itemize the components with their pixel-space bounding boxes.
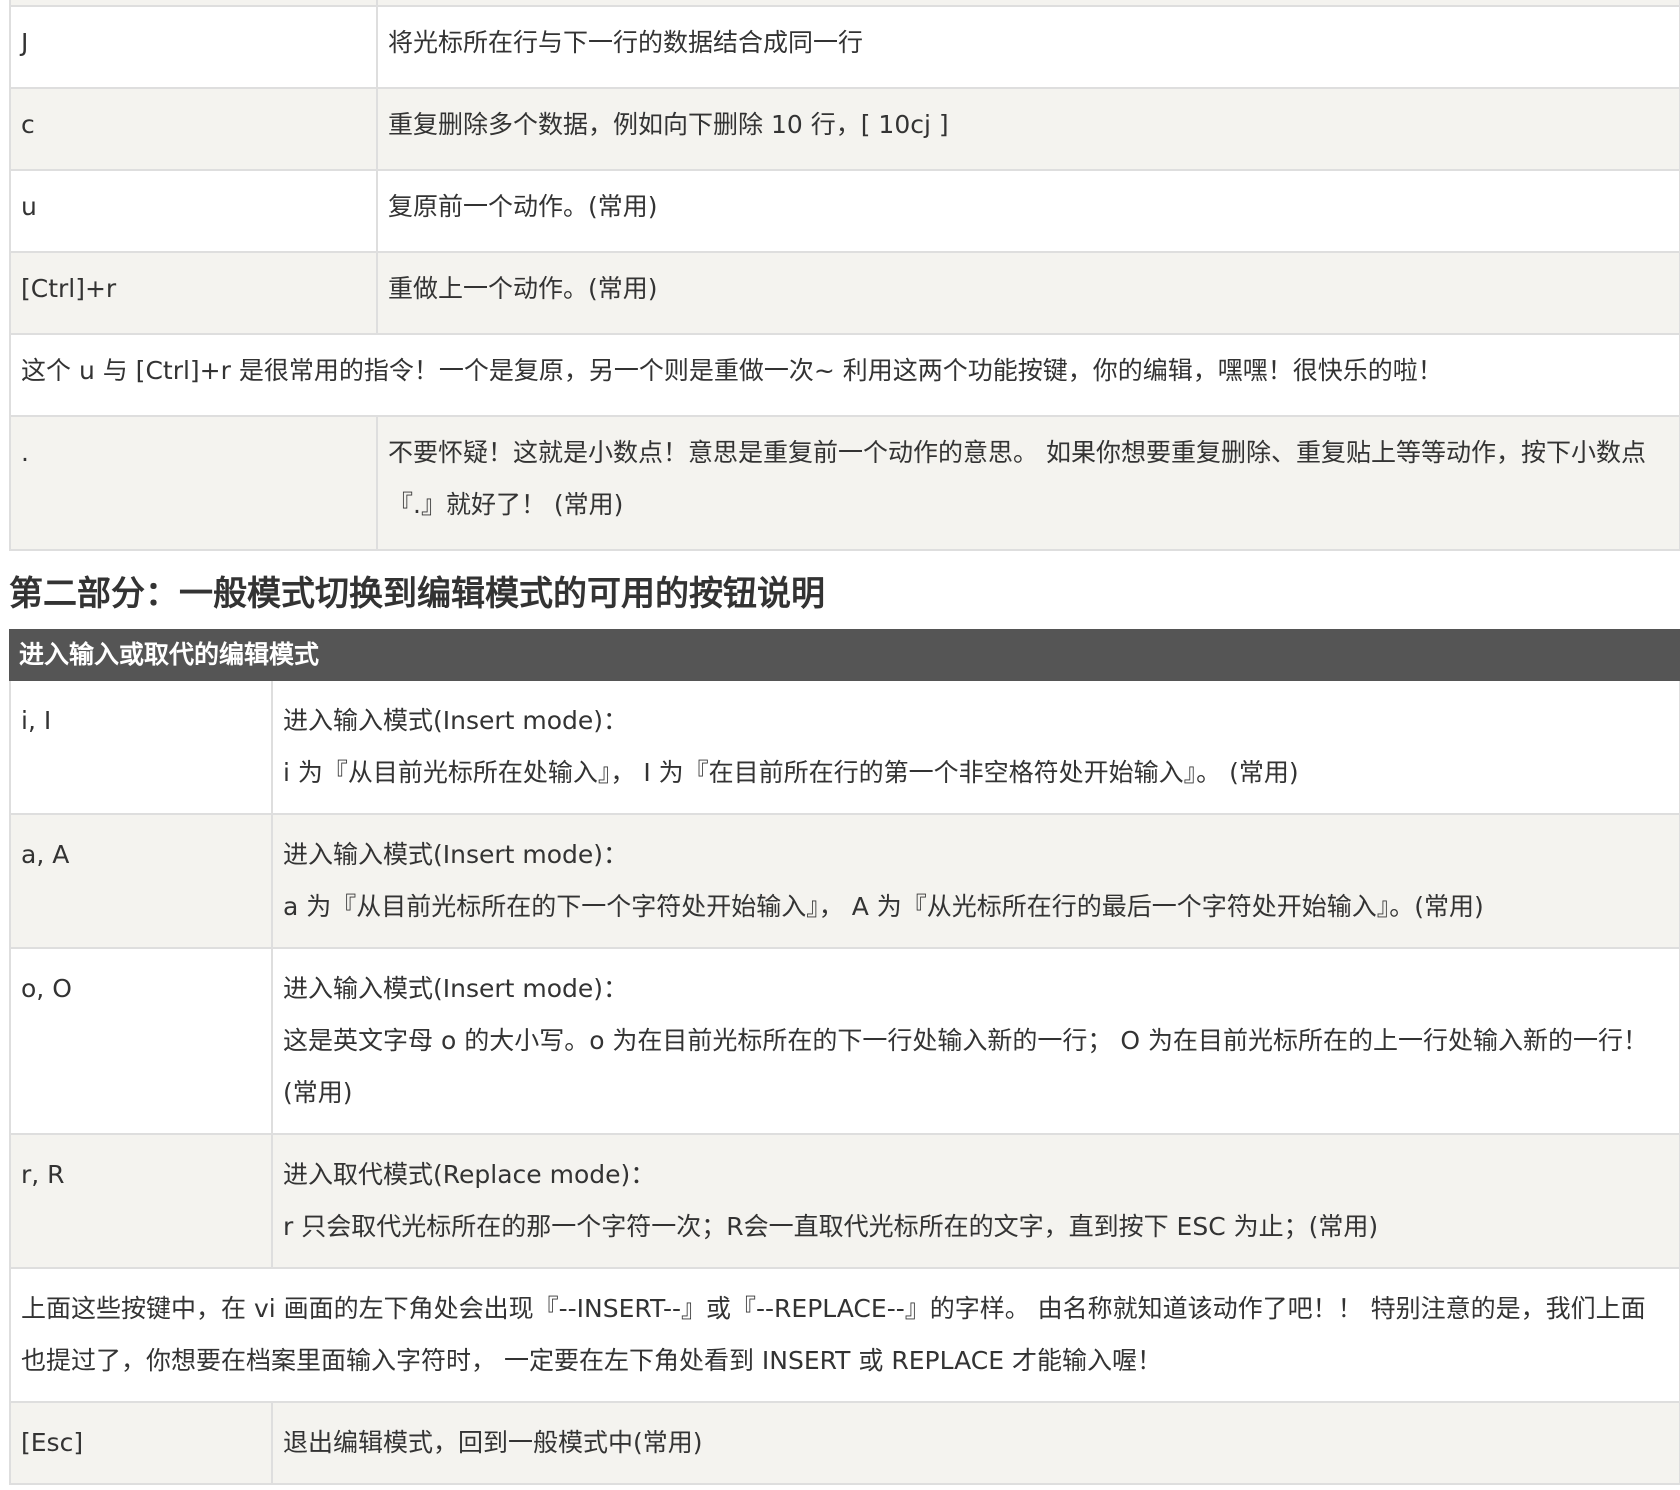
page: J 将光标所在行与下一行的数据结合成同一行 c 重复删除多个数据，例如向下删除 … — [0, 0, 1680, 1490]
command-key: a, A — [9, 813, 273, 949]
command-key: J — [9, 5, 378, 89]
description-line: 这是英文字母 o 的大小写。o 为在目前光标所在的下一行处输入新的一行； O 为… — [283, 1026, 1649, 1107]
table-row: 这个 u 与 [Ctrl]+r 是很常用的指令！一个是复原，另一个则是重做一次~… — [9, 333, 1680, 417]
table-row: a, A 进入输入模式(Insert mode)： a 为『从目前光标所在的下一… — [9, 813, 1680, 949]
description-line: 进入输入模式(Insert mode)： — [283, 706, 629, 735]
command-key: [Esc] — [9, 1401, 273, 1485]
command-description: 退出编辑模式，回到一般模式中(常用) — [270, 1401, 1680, 1485]
table-row: i, I 进入输入模式(Insert mode)： i 为『从目前光标所在处输入… — [9, 679, 1680, 815]
table-row: r, R 进入取代模式(Replace mode)： r 只会取代光标所在的那一… — [9, 1133, 1680, 1269]
table-row: o, O 进入输入模式(Insert mode)： 这是英文字母 o 的大小写。… — [9, 947, 1680, 1135]
command-key: u — [9, 169, 378, 253]
vi-commands-table-part1: J 将光标所在行与下一行的数据结合成同一行 c 重复删除多个数据，例如向下删除 … — [9, 0, 1680, 551]
description-line: r 只会取代光标所在的那一个字符一次；R会一直取代光标所在的文字，直到按下 ES… — [283, 1212, 1379, 1241]
table-header: 进入输入或取代的编辑模式 — [8, 629, 1680, 681]
command-key: o, O — [9, 947, 273, 1135]
command-description: 进入输入模式(Insert mode)： a 为『从目前光标所在的下一个字符处开… — [270, 813, 1680, 949]
table-row: [Esc] 退出编辑模式，回到一般模式中(常用) — [9, 1401, 1680, 1485]
command-key: i, I — [9, 679, 273, 815]
description-line: a 为『从目前光标所在的下一个字符处开始输入』， A 为『从光标所在行的最后一个… — [283, 892, 1484, 921]
command-description: 重复删除多个数据，例如向下删除 10 行，[ 10cj ] — [376, 87, 1680, 171]
command-description: 重做上一个动作。(常用) — [376, 251, 1680, 335]
note-cell: 上面这些按键中，在 vi 画面的左下角处会出现『--INSERT--』或『--R… — [8, 1267, 1680, 1403]
command-description: 进入输入模式(Insert mode)： 这是英文字母 o 的大小写。o 为在目… — [270, 947, 1680, 1135]
description-line: 进入输入模式(Insert mode)： — [283, 974, 629, 1003]
table-row: . 不要怀疑！这就是小数点！意思是重复前一个动作的意思。 如果你想要重复删除、重… — [9, 415, 1680, 551]
command-key: r, R — [9, 1133, 273, 1269]
description-line: 进入输入模式(Insert mode)： — [283, 840, 629, 869]
table-row: u 复原前一个动作。(常用) — [9, 169, 1680, 253]
vi-commands-table-part2: 进入输入或取代的编辑模式 i, I 进入输入模式(Insert mode)： i… — [8, 629, 1680, 1485]
command-description: 不要怀疑！这就是小数点！意思是重复前一个动作的意思。 如果你想要重复删除、重复贴… — [376, 415, 1680, 551]
note-cell: 这个 u 与 [Ctrl]+r 是很常用的指令！一个是复原，另一个则是重做一次~… — [9, 333, 1680, 417]
description-line: 进入取代模式(Replace mode)： — [283, 1160, 656, 1189]
command-description: 进入输入模式(Insert mode)： i 为『从目前光标所在处输入』， I … — [270, 679, 1680, 815]
command-description: 进入取代模式(Replace mode)： r 只会取代光标所在的那一个字符一次… — [270, 1133, 1680, 1269]
table-row: J 将光标所在行与下一行的数据结合成同一行 — [9, 5, 1680, 89]
table-row: 上面这些按键中，在 vi 画面的左下角处会出现『--INSERT--』或『--R… — [8, 1267, 1680, 1403]
table-row: c 重复删除多个数据，例如向下删除 10 行，[ 10cj ] — [9, 87, 1680, 171]
command-key: . — [9, 415, 378, 551]
command-description: 将光标所在行与下一行的数据结合成同一行 — [376, 5, 1680, 89]
section-title: 第二部分：一般模式切换到编辑模式的可用的按钮说明 — [9, 574, 825, 614]
command-key: [Ctrl]+r — [9, 251, 378, 335]
command-key: c — [9, 87, 378, 171]
command-description: 复原前一个动作。(常用) — [376, 169, 1680, 253]
description-line: i 为『从目前光标所在处输入』， I 为『在目前所在行的第一个非空格符处开始输入… — [283, 758, 1299, 787]
table-row: [Ctrl]+r 重做上一个动作。(常用) — [9, 251, 1680, 335]
table-header-row: 进入输入或取代的编辑模式 — [8, 629, 1680, 681]
